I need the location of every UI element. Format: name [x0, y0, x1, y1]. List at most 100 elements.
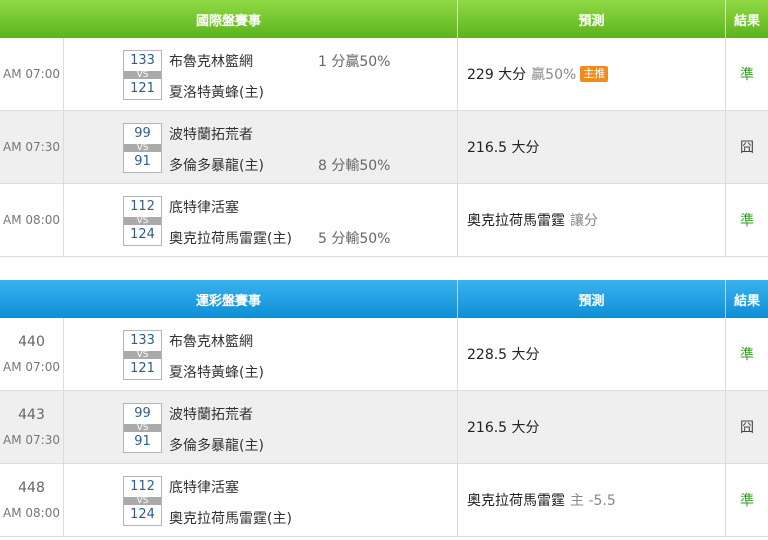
- header-event: 國際盤賽事: [0, 0, 458, 38]
- away-team[interactable]: 底特律活塞: [169, 477, 239, 497]
- time-cell: 440 AM 07:00: [0, 318, 64, 390]
- home-score: 91: [134, 434, 151, 449]
- score-box: 133 VS 121: [123, 330, 162, 380]
- match-time: AM 07:30: [3, 433, 60, 447]
- away-score: 112: [130, 479, 155, 494]
- score-box: 112 VS 124: [123, 196, 162, 246]
- home-team[interactable]: 多倫多暴龍(主): [169, 435, 264, 455]
- match-time: AM 07:00: [3, 360, 60, 374]
- match-cell: 133 VS 121 布魯克林籃網 夏洛特黃蜂(主): [64, 318, 458, 390]
- time-cell: AM 08:00: [0, 184, 64, 256]
- vs-label: VS: [124, 424, 161, 433]
- score-box: 133 VS 121: [123, 50, 162, 100]
- vs-label: VS: [124, 351, 161, 360]
- result-cell: 準: [740, 213, 754, 229]
- handicap-odds: 5 分輸50%: [318, 231, 391, 247]
- result-cell: 準: [740, 67, 754, 83]
- home-score: 91: [134, 154, 151, 169]
- international-section: 國際盤賽事 預測 結果 AM 07:00 133 VS 121 布魯克林籃網 夏洛特黃蜂(…: [0, 0, 768, 257]
- prediction-cell: 216.5 大分: [458, 391, 726, 463]
- time-cell: 448 AM 08:00: [0, 464, 64, 536]
- vs-label: VS: [124, 497, 161, 506]
- match-cell: 99 VS 91 波特蘭拓荒者 多倫多暴龍(主): [64, 391, 458, 463]
- away-team[interactable]: 波特蘭拓荒者: [169, 124, 253, 144]
- match-row: AM 07:00 133 VS 121 布魯克林籃網 夏洛特黃蜂(主) 1 分贏50% 229…: [0, 38, 768, 111]
- match-list: 440 AM 07:00 133 VS 121 布魯克林籃網 夏洛特黃蜂(主) 228.5 大…: [0, 318, 768, 537]
- match-time: AM 07:00: [3, 67, 60, 81]
- prediction-main: 229 大分: [467, 67, 527, 83]
- vs-label: VS: [124, 217, 161, 226]
- away-score: 112: [130, 199, 155, 214]
- score-box: 99 VS 91: [123, 403, 162, 453]
- match-row: AM 07:30 99 VS 91 波特蘭拓荒者 多倫多暴龍(主) 8 分輸50% 216.5…: [0, 111, 768, 184]
- time-cell: 443 AM 07:30: [0, 391, 64, 463]
- home-score: 121: [130, 81, 155, 96]
- time-cell: AM 07:00: [0, 38, 64, 110]
- prediction-main: 奧克拉荷馬雷霆: [467, 493, 565, 509]
- time-cell: AM 07:30: [0, 111, 64, 183]
- section-header: 運彩盤賽事 預測 結果: [0, 280, 768, 318]
- home-team[interactable]: 奧克拉荷馬雷霆(主): [169, 508, 292, 528]
- prediction-cell: 奧克拉荷馬雷霆主 -5.5: [458, 464, 726, 536]
- prediction-main: 216.5 大分: [467, 420, 540, 436]
- away-team[interactable]: 布魯克林籃網: [169, 51, 253, 71]
- match-time: AM 07:30: [3, 140, 60, 154]
- match-number: 443: [18, 407, 45, 423]
- match-cell: 99 VS 91 波特蘭拓荒者 多倫多暴龍(主) 8 分輸50%: [64, 111, 458, 183]
- home-team[interactable]: 多倫多暴龍(主): [169, 155, 264, 175]
- prediction-cell: 228.5 大分: [458, 318, 726, 390]
- vs-label: VS: [124, 71, 161, 80]
- prediction-main: 奧克拉荷馬雷霆: [467, 213, 565, 229]
- match-row: 443 AM 07:30 99 VS 91 波特蘭拓荒者 多倫多暴龍(主) 216.5 大分 囧: [0, 391, 768, 464]
- prediction-cell: 229 大分 贏50% 主推: [458, 38, 726, 110]
- result-cell: 囧: [740, 420, 754, 436]
- header-event: 運彩盤賽事: [0, 280, 458, 318]
- result-cell: 囧: [740, 140, 754, 156]
- home-score: 121: [130, 361, 155, 376]
- away-score: 133: [130, 53, 155, 68]
- match-row: 440 AM 07:00 133 VS 121 布魯克林籃網 夏洛特黃蜂(主) 228.5 大…: [0, 318, 768, 391]
- prediction-cell: 216.5 大分: [458, 111, 726, 183]
- away-score: 99: [134, 126, 151, 141]
- header-result: 結果: [733, 13, 760, 29]
- prediction-main: 228.5 大分: [467, 347, 540, 363]
- match-time: AM 08:00: [3, 213, 60, 227]
- match-time: AM 08:00: [3, 506, 60, 520]
- home-team[interactable]: 奧克拉荷馬雷霆(主): [169, 228, 292, 248]
- handicap-odds: 1 分贏50%: [318, 54, 391, 70]
- match-number: 448: [18, 480, 45, 496]
- vs-label: VS: [124, 144, 161, 153]
- away-score: 99: [134, 406, 151, 421]
- section-header: 國際盤賽事 預測 結果: [0, 0, 768, 38]
- home-score: 124: [130, 507, 155, 522]
- header-result: 結果: [733, 293, 760, 309]
- match-row: AM 08:00 112 VS 124 底特律活塞奧克拉荷馬雷霆(主) 5 分輸50% 奧克…: [0, 184, 768, 257]
- home-score: 124: [130, 227, 155, 242]
- match-row: 448 AM 08:00 112 VS 124 底特律活塞奧克拉荷馬雷霆(主) 奧克拉荷馬雷…: [0, 464, 768, 537]
- header-prediction: 預測: [458, 0, 726, 38]
- match-list: AM 07:00 133 VS 121 布魯克林籃網 夏洛特黃蜂(主) 1 分贏50% 229…: [0, 38, 768, 257]
- prediction-sub: 讓分: [570, 213, 598, 229]
- header-prediction: 預測: [458, 280, 726, 318]
- match-cell: 112 VS 124 底特律活塞奧克拉荷馬雷霆(主): [64, 464, 458, 536]
- match-cell: 112 VS 124 底特律活塞奧克拉荷馬雷霆(主) 5 分輸50%: [64, 184, 458, 256]
- result-cell: 準: [740, 347, 754, 363]
- away-score: 133: [130, 333, 155, 348]
- away-team[interactable]: 底特律活塞: [169, 197, 239, 217]
- away-team[interactable]: 波特蘭拓荒者: [169, 404, 253, 424]
- score-box: 99 VS 91: [123, 123, 162, 173]
- prediction-main: 216.5 大分: [467, 140, 540, 156]
- match-cell: 133 VS 121 布魯克林籃網 夏洛特黃蜂(主) 1 分贏50%: [64, 38, 458, 110]
- away-team[interactable]: 布魯克林籃網: [169, 331, 253, 351]
- home-team[interactable]: 夏洛特黃蜂(主): [169, 82, 264, 102]
- match-number: 440: [18, 334, 45, 350]
- handicap-odds: 8 分輸50%: [318, 158, 391, 174]
- recommend-badge: 主推: [580, 66, 609, 82]
- home-team[interactable]: 夏洛特黃蜂(主): [169, 362, 264, 382]
- score-box: 112 VS 124: [123, 476, 162, 526]
- lottery-section: 運彩盤賽事 預測 結果 440 AM 07:00 133 VS 121 布魯克林籃網 夏洛特…: [0, 280, 768, 537]
- result-cell: 準: [740, 493, 754, 509]
- prediction-cell: 奧克拉荷馬雷霆 讓分: [458, 184, 726, 256]
- prediction-sub: 贏50%: [531, 67, 577, 83]
- prediction-sub: 主 -5.5: [570, 493, 616, 509]
